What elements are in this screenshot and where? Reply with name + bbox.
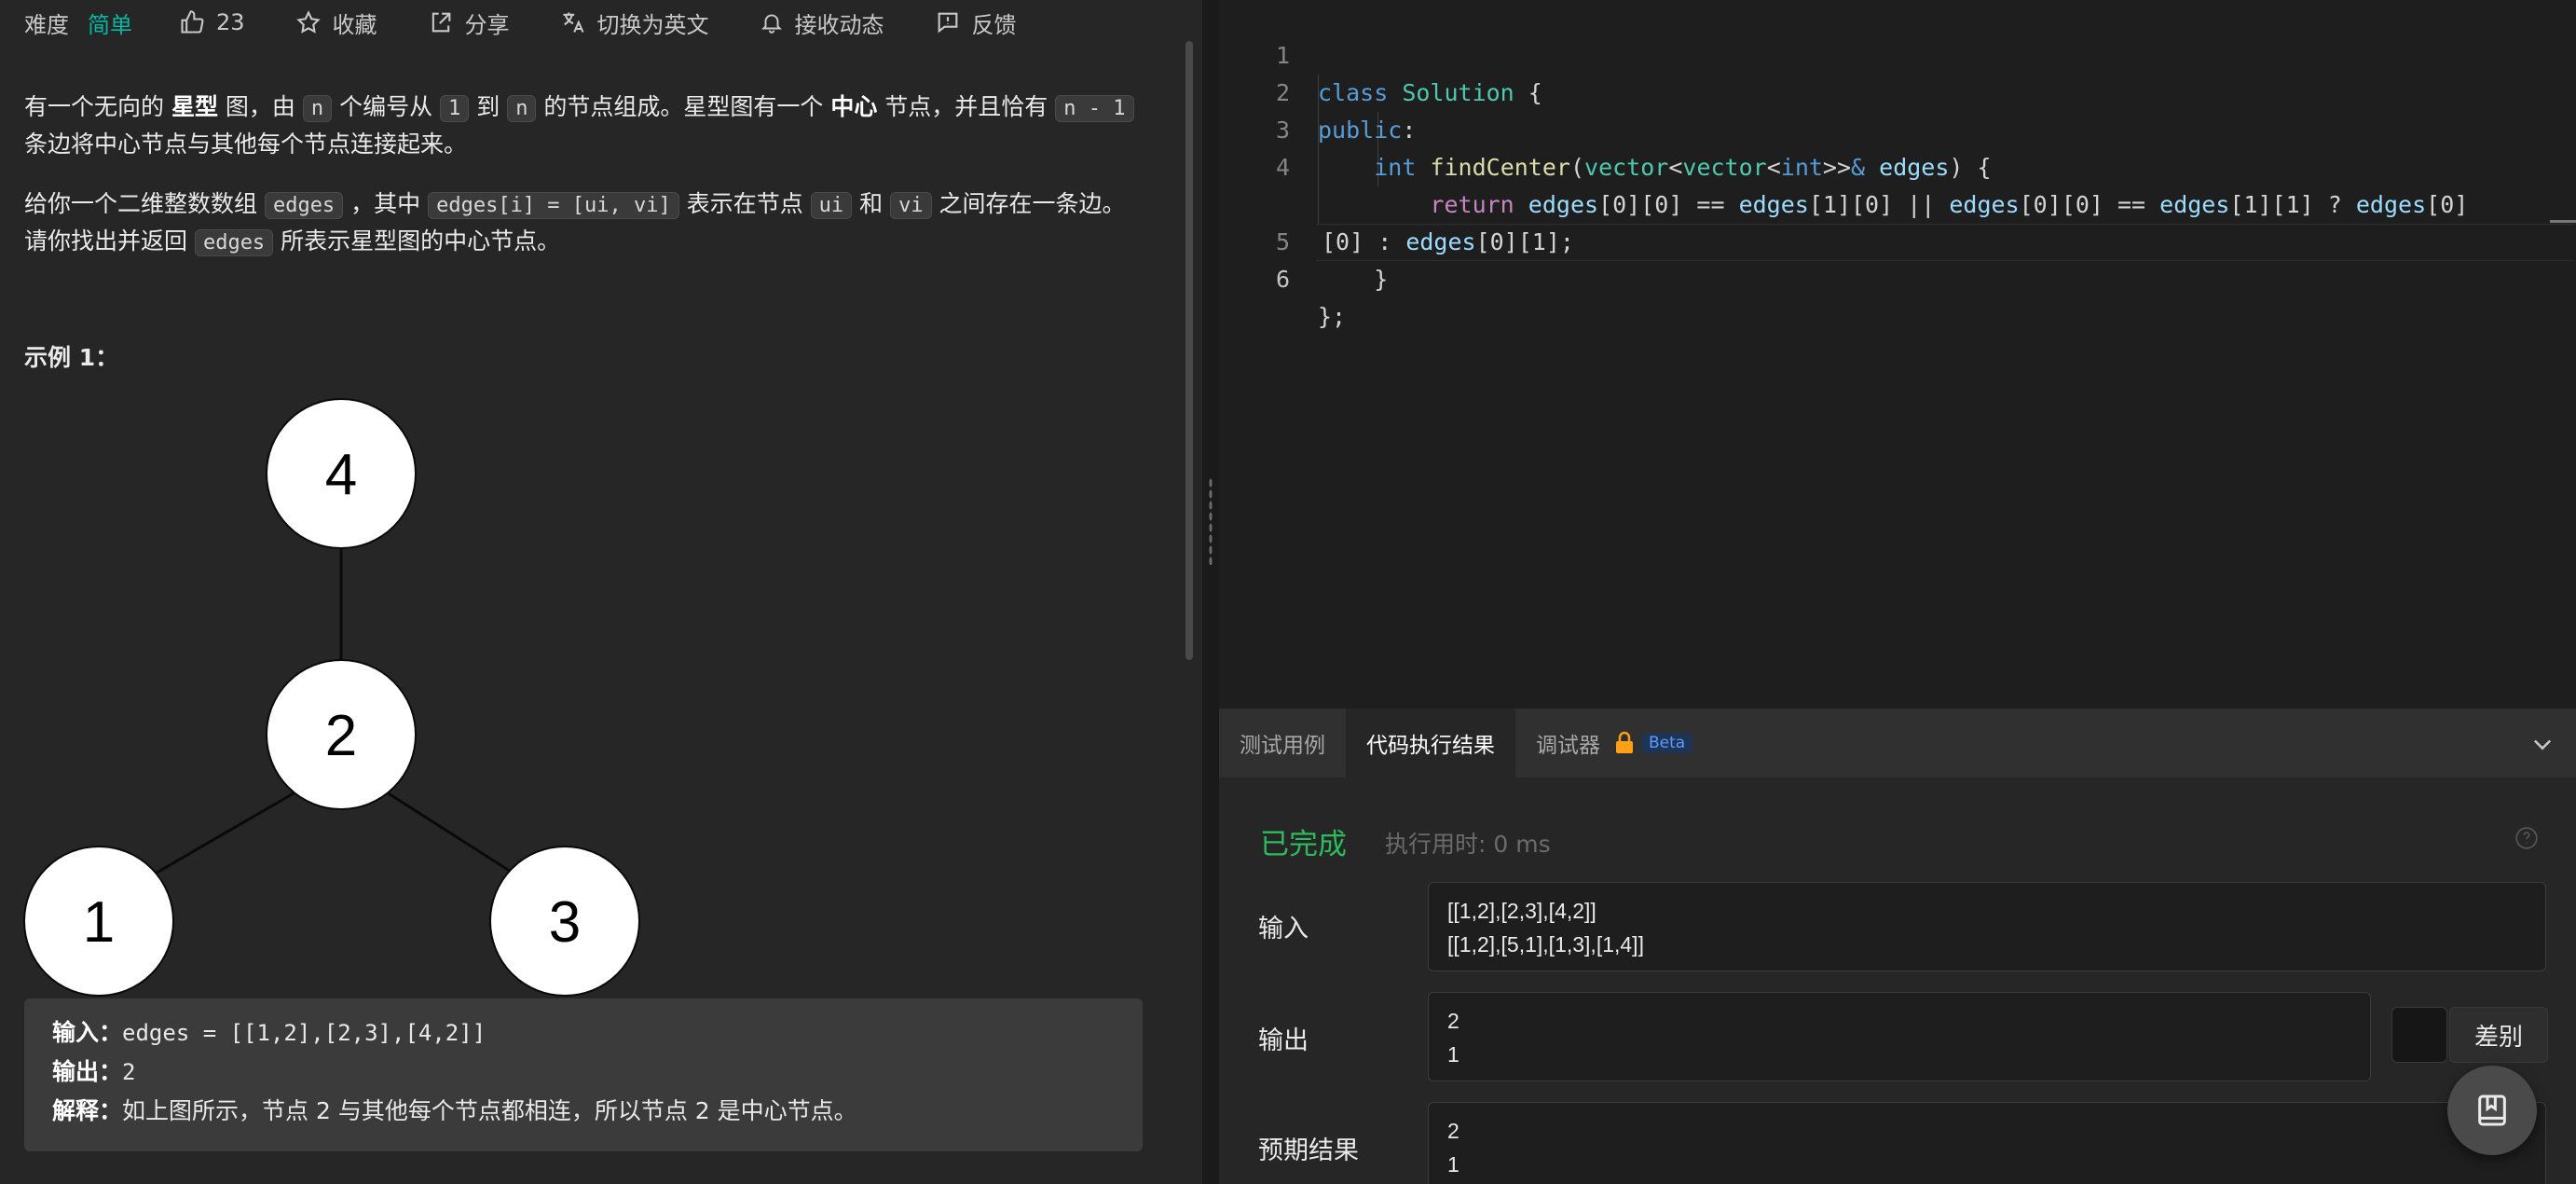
code-line: 4 return edges[0][0] == edges[1][0] || e… <box>1219 112 2576 218</box>
book-icon <box>2478 1095 2506 1126</box>
expected-label: 预期结果 <box>1258 1136 1359 1165</box>
console-tabs: 测试用例 代码执行结果 调试器 Beta <box>1219 709 2576 778</box>
lock-icon <box>1616 731 1633 753</box>
graph-node: 4 <box>266 398 417 549</box>
subscribe-label: 接收动态 <box>794 11 884 38</box>
example-title: 示例 1： <box>24 344 119 371</box>
description-paragraph-2: 给你一个二维整数数组 edges ，其中 edges[i] = [ui, vi]… <box>24 190 1126 256</box>
input-line: [[1,2],[5,1],[1,3],[1,4]] <box>1447 932 1644 957</box>
graph-node-label: 3 <box>549 890 581 955</box>
feedback-label: 反馈 <box>971 11 1017 38</box>
code-line: 1 class Solution { <box>1219 0 2576 106</box>
chevron-down-icon[interactable] <box>2529 731 2555 757</box>
debugger-label: 调试器 <box>1536 734 1600 758</box>
output-value-box: 2 1 <box>1428 992 2371 1081</box>
share-button[interactable]: 分享 <box>428 7 510 39</box>
subscribe-button[interactable]: 接收动态 <box>760 7 884 39</box>
example-input: 输入：edges = [[1,2],[2,3],[4,2]] <box>52 1019 486 1046</box>
difficulty-label: 难度 <box>24 11 69 38</box>
notes-button[interactable] <box>2447 1066 2537 1155</box>
switch-language-label: 切换为英文 <box>596 11 709 38</box>
graph-node-label: 1 <box>83 890 115 955</box>
code-line: 6 }; <box>1219 224 2576 330</box>
translate-icon <box>563 12 584 33</box>
input-value-box: [[1,2],[2,3],[4,2]] [[1,2],[5,1],[1,3],[… <box>1428 882 2546 971</box>
graph-node-label: 2 <box>325 704 357 768</box>
beta-badge: Beta <box>1641 733 1693 753</box>
code-line-wrap: [0] : edges[0][1]; <box>1322 228 1574 255</box>
like-count: 23 <box>216 9 245 35</box>
difficulty-value: 简单 <box>88 11 132 38</box>
example-explanation: 解释：如上图所示，节点 2 与其他每个节点都相连，所以节点 2 是中心节点。 <box>52 1097 857 1124</box>
expected-line: 2 <box>1447 1119 1459 1143</box>
line-number: 6 <box>1275 266 1290 293</box>
graph-node-label: 4 <box>325 443 357 507</box>
tab-testcase[interactable]: 测试用例 <box>1219 709 1346 778</box>
graph-node: 1 <box>23 846 174 997</box>
star-graph-diagram: 4 2 1 3 <box>23 398 640 997</box>
description-scrollbar[interactable] <box>1185 41 1193 660</box>
share-label: 分享 <box>464 11 510 38</box>
example-output: 输出：2 <box>52 1058 136 1085</box>
help-icon[interactable] <box>2514 826 2539 850</box>
tab-debugger[interactable]: 调试器 Beta <box>1515 709 1713 778</box>
feedback-icon <box>938 12 957 34</box>
diff-toggle[interactable] <box>2391 1007 2447 1063</box>
diff-button[interactable]: 差别 <box>2449 1007 2548 1063</box>
tab-result[interactable]: 代码执行结果 <box>1346 709 1515 778</box>
graph-node: 3 <box>489 846 640 997</box>
like-button[interactable]: 23 <box>179 9 245 35</box>
output-label: 输出 <box>1258 1026 1309 1055</box>
feedback-button[interactable]: 反馈 <box>935 7 1017 39</box>
bell-icon <box>760 14 782 34</box>
code-editor[interactable]: 1 class Solution { 2 public: 3 int findC… <box>1219 0 2576 709</box>
code-line: 5 } <box>1219 186 2576 293</box>
thumbs-up-icon <box>181 10 204 34</box>
output-line: 1 <box>1447 1042 1459 1067</box>
input-line: [[1,2],[2,3],[4,2]] <box>1447 899 1596 923</box>
status-text: 已完成 <box>1260 828 1347 861</box>
expected-line: 1 <box>1447 1152 1459 1177</box>
share-icon <box>432 12 450 33</box>
runtime-text: 执行用时: 0 ms <box>1385 831 1551 858</box>
input-label: 输入 <box>1258 915 1309 943</box>
example-box: 输入：edges = [[1,2],[2,3],[4,2]] 输出：2 解释：如… <box>24 998 1143 1151</box>
problem-toolbar: 难度 简单 23 收藏 分享 切换为英文 接收动态 反馈 <box>0 0 1202 45</box>
star-icon <box>295 10 321 34</box>
favorite-button[interactable]: 收藏 <box>295 7 377 39</box>
drag-grip-icon <box>1209 477 1213 565</box>
favorite-label: 收藏 <box>332 11 377 38</box>
switch-language-button[interactable]: 切换为英文 <box>560 7 709 39</box>
description-paragraph-1: 有一个无向的 星型 图，由 n 个编号从 1 到 n 的节点组成。星型图有一个 … <box>24 89 1143 162</box>
pane-resize-handle[interactable] <box>1202 0 1219 1184</box>
output-line: 2 <box>1447 1009 1459 1033</box>
code-line: 2 public: <box>1219 37 2576 144</box>
console-panel: 测试用例 代码执行结果 调试器 Beta 已完成 执行用时: 0 ms 输入 [… <box>1219 709 2576 1184</box>
graph-node: 2 <box>266 659 417 810</box>
problem-description: 有一个无向的 星型 图，由 n 个编号从 1 到 n 的节点组成。星型图有一个 … <box>24 89 1143 285</box>
problem-pane: 难度 简单 23 收藏 分享 切换为英文 接收动态 反馈 有一个无向的 星型 图… <box>0 0 1202 1184</box>
code-line: 3 int findCenter(vector<vector<int>>& ed… <box>1219 75 2576 181</box>
expected-value-box: 2 1 <box>1428 1102 2546 1184</box>
